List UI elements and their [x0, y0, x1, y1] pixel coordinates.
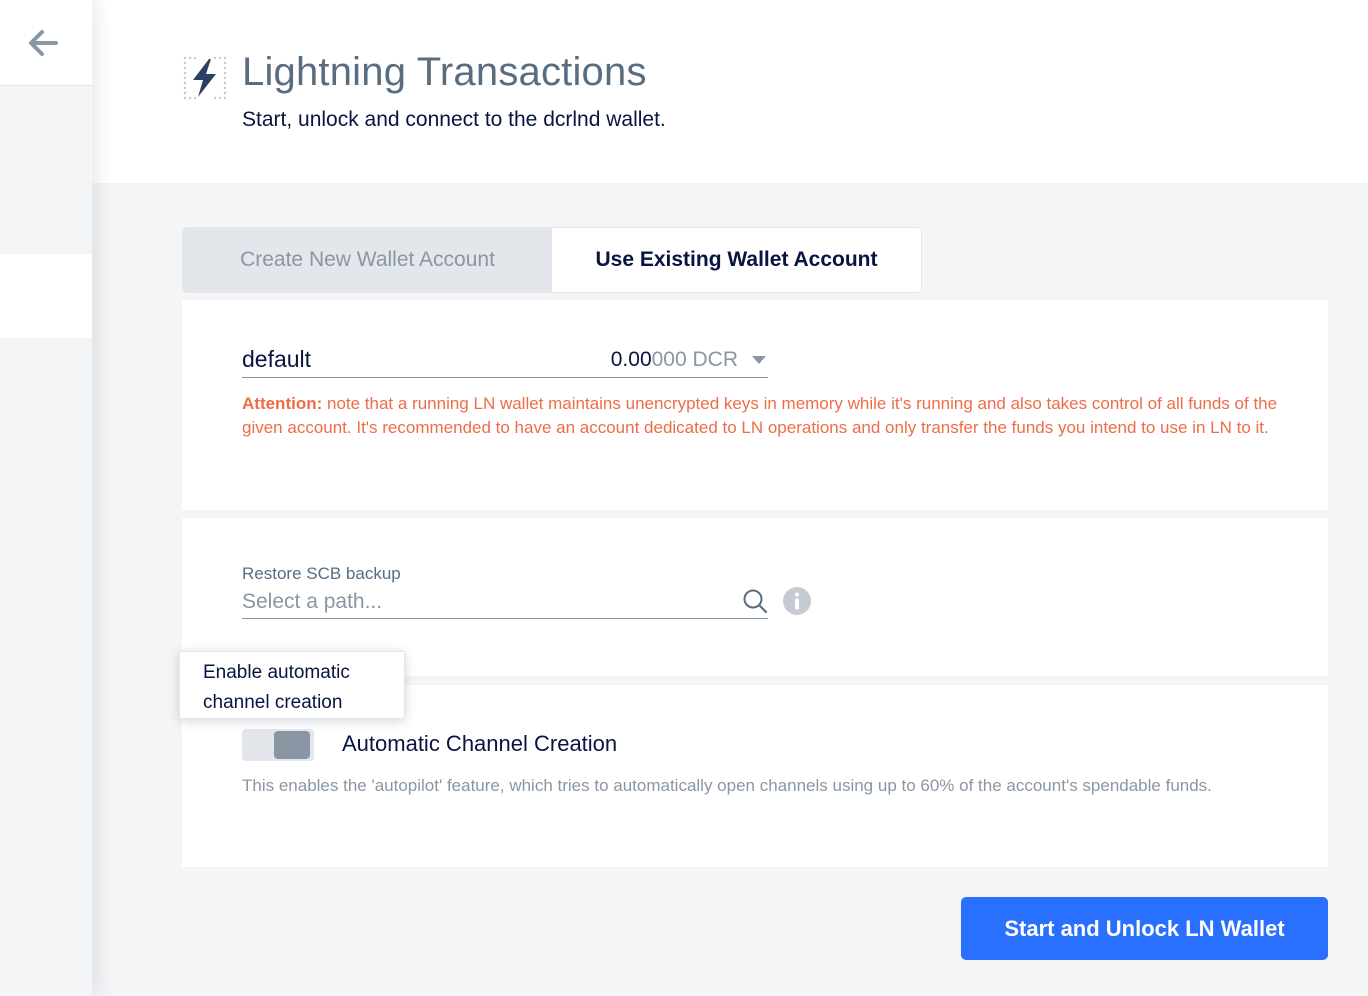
attention-text: note that a running LN wallet maintains … — [242, 394, 1278, 437]
tooltip-line-2: channel creation — [203, 692, 343, 713]
arrow-left-icon — [29, 29, 58, 56]
tab-use-existing-wallet-account[interactable]: Use Existing Wallet Account — [552, 228, 921, 292]
page-title: Lightning Transactions — [242, 50, 647, 94]
tab-create-new-wallet-account[interactable]: Create New Wallet Account — [183, 228, 552, 292]
attention-warning: Attention: note that a running LN wallet… — [242, 392, 1282, 440]
info-icon[interactable] — [783, 587, 811, 615]
back-button[interactable] — [0, 0, 92, 86]
autopilot-tooltip: Enable automatic channel creation — [179, 651, 405, 719]
sidebar-nav-slot-active — [0, 254, 92, 338]
wallet-account-tabs: Create New Wallet Account Use Existing W… — [182, 227, 922, 293]
account-balance-rest: 000 DCR — [651, 348, 738, 371]
sidebar-nav-slot — [0, 86, 92, 254]
page-subtitle: Start, unlock and connect to the dcrlnd … — [242, 108, 666, 131]
toggle-knob — [274, 731, 310, 759]
account-balance-main: 0.00 — [610, 348, 652, 371]
account-name: default — [242, 346, 312, 372]
start-and-unlock-ln-wallet-button[interactable]: Start and Unlock LN Wallet — [961, 897, 1328, 960]
autopilot-toggle[interactable] — [242, 729, 314, 761]
search-icon[interactable] — [742, 588, 768, 614]
tooltip-line-1: Enable automatic — [203, 662, 350, 683]
account-panel: default 0.00000 DCR Attention: note that… — [182, 300, 1328, 510]
caret-down-icon — [752, 356, 766, 364]
page-header: Lightning Transactions Start, unlock and… — [92, 0, 1368, 183]
sidebar — [0, 0, 92, 996]
restore-scb-label: Restore SCB backup — [242, 564, 401, 583]
sidebar-nav-slot — [0, 338, 92, 996]
lightning-icon — [183, 56, 227, 100]
autopilot-toggle-label: Automatic Channel Creation — [342, 731, 618, 756]
autopilot-description: This enables the 'autopilot' feature, wh… — [242, 776, 1212, 795]
account-select[interactable]: default 0.00000 DCR — [242, 344, 768, 378]
restore-scb-placeholder: Select a path... — [242, 590, 383, 613]
account-balance: 0.00000 DCR — [611, 348, 738, 372]
attention-label: Attention: — [242, 394, 323, 413]
restore-scb-path-input[interactable]: Select a path... — [242, 588, 768, 619]
